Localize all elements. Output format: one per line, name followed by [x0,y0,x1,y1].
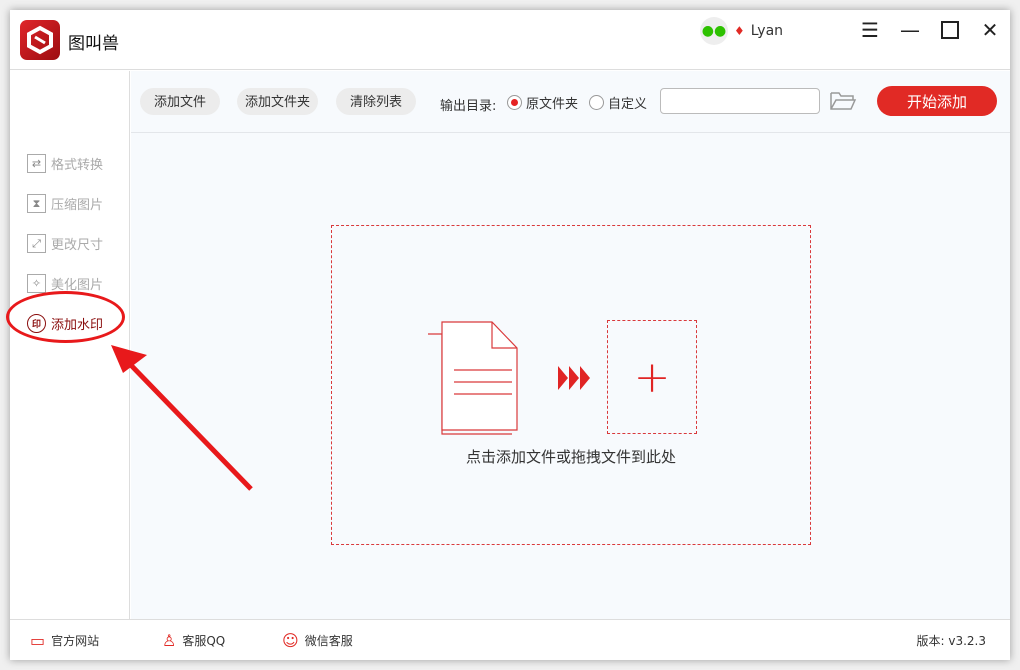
footer-label: 官方网站 [51,632,99,649]
add-plus-box[interactable]: + [607,320,697,434]
sidebar-item-label: 格式转换 [51,154,103,173]
beautify-icon: ✧ [27,274,46,293]
radio-label: 原文件夹 [526,93,578,112]
vip-diamond-icon: ♦ [734,24,745,38]
compress-icon: ⧗ [27,194,46,213]
radio-unchecked [589,95,604,110]
qq-icon: ♙ [162,631,176,650]
arrows-icon [558,366,590,390]
username: Lyan [751,23,783,39]
clear-list-button[interactable]: 清除列表 [336,88,416,115]
app-window: 图叫兽 ●● ♦ Lyan ☰ — ✕ ⇄格式转换 ⧗压缩图片 ⤢更改尺寸 ✧美… [10,10,1010,660]
radio-original-folder[interactable]: 原文件夹 [507,93,578,112]
radio-custom[interactable]: 自定义 [589,93,647,112]
drop-zone[interactable]: + 点击添加文件或拖拽文件到此处 [331,225,811,545]
website-link[interactable]: ▭ 官方网站 [30,631,99,650]
output-path-input[interactable] [660,88,820,114]
main-panel: 添加文件 添加文件夹 清除列表 输出目录: 原文件夹 自定义 开始添加 + 点击… [131,71,1010,619]
convert-icon: ⇄ [27,154,46,173]
close-button[interactable]: ✕ [978,18,1002,42]
drop-hint: 点击添加文件或拖拽文件到此处 [332,446,810,467]
app-title: 图叫兽 [68,29,119,54]
resize-icon: ⤢ [27,234,46,253]
annotation-circle [6,291,125,343]
sidebar-item-label: 压缩图片 [51,194,103,213]
footer-label: 客服QQ [182,632,225,649]
add-file-button[interactable]: 添加文件 [140,88,220,115]
user-info[interactable]: ●● ♦ Lyan [700,17,783,45]
wechat-icon: ☺ [282,631,299,650]
radio-label: 自定义 [608,93,647,112]
monitor-icon: ▭ [30,631,45,650]
wechat-icon: ●● [700,17,728,45]
qq-support-link[interactable]: ♙ 客服QQ [162,631,225,650]
sidebar-item-label: 更改尺寸 [51,234,103,253]
document-icon [427,320,527,436]
sidebar-item-resize[interactable]: ⤢ 更改尺寸 [27,234,103,253]
title-bar: 图叫兽 ●● ♦ Lyan ☰ — ✕ [10,10,1010,70]
folder-open-icon[interactable] [829,90,857,112]
app-logo [20,20,60,60]
add-folder-button[interactable]: 添加文件夹 [237,88,318,115]
sidebar-item-compress[interactable]: ⧗ 压缩图片 [27,194,103,213]
version-label: 版本: v3.2.3 [917,632,987,649]
start-button[interactable]: 开始添加 [877,86,997,116]
sidebar-item-format-convert[interactable]: ⇄ 格式转换 [27,154,103,173]
maximize-button[interactable] [938,18,962,42]
wechat-support-link[interactable]: ☺ 微信客服 [282,631,353,650]
radio-checked [507,95,522,110]
footer-label: 微信客服 [305,632,353,649]
output-dir-label: 输出目录: [440,95,496,114]
menu-icon[interactable]: ☰ [858,18,882,42]
minimize-button[interactable]: — [898,18,922,42]
annotation-arrow [111,341,261,491]
toolbar: 添加文件 添加文件夹 清除列表 输出目录: 原文件夹 自定义 开始添加 [131,71,1010,133]
footer: ▭ 官方网站 ♙ 客服QQ ☺ 微信客服 版本: v3.2.3 [10,619,1010,660]
